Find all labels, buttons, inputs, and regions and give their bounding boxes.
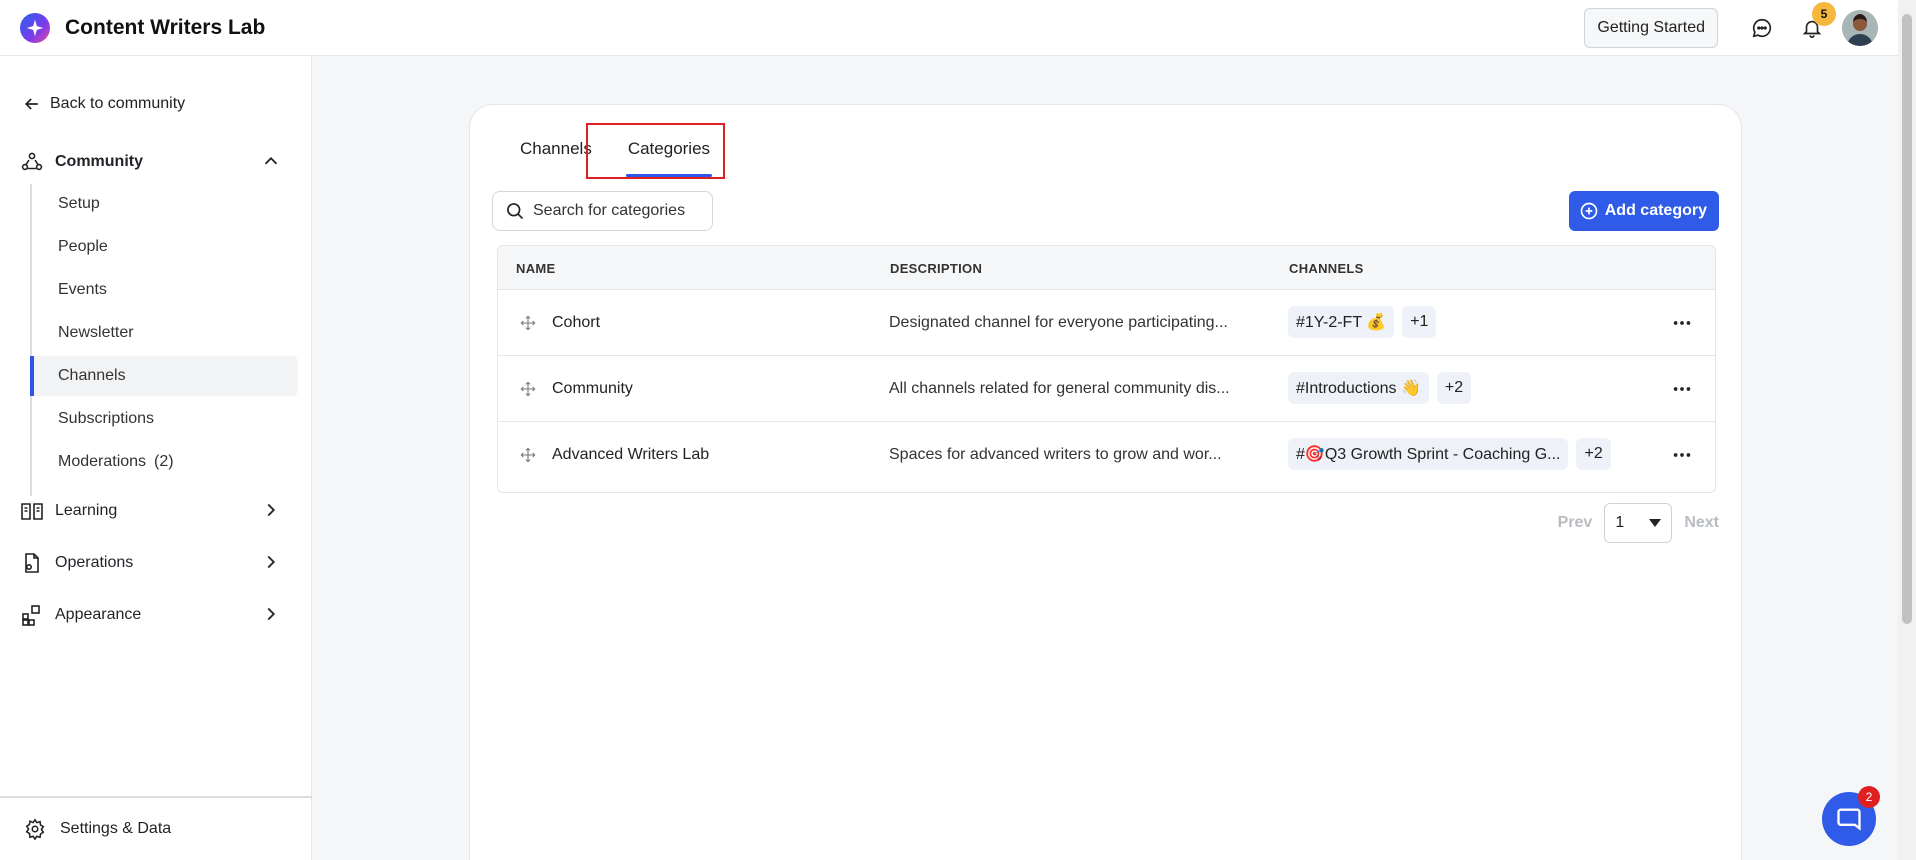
next-page-button[interactable]: Next <box>1684 514 1719 532</box>
header-channels: CHANNELS <box>1289 261 1364 276</box>
sidebar-item-newsletter[interactable]: Newsletter <box>32 313 300 353</box>
arrow-left-icon <box>24 98 38 110</box>
search-field[interactable] <box>492 191 713 231</box>
page-select[interactable]: 1 <box>1604 503 1673 543</box>
bell-icon[interactable]: 5 <box>1792 2 1836 48</box>
community-icon <box>20 150 44 174</box>
channel-chip[interactable]: #🎯Q3 Growth Sprint - Coaching G... <box>1288 438 1569 470</box>
book-icon <box>20 499 44 523</box>
back-link-label: Back to community <box>50 95 186 112</box>
prev-page-button[interactable]: Prev <box>1558 514 1593 532</box>
sidebar-item-events[interactable]: Events <box>32 270 300 310</box>
search-icon <box>507 203 524 220</box>
table-row[interactable]: Cohort Designated channel for everyone p… <box>498 290 1715 356</box>
chat-badge: 2 <box>1858 786 1880 808</box>
tab-channels[interactable]: Channels <box>506 129 606 169</box>
chat-icon <box>1837 808 1861 831</box>
nav-group-community[interactable]: Community <box>20 142 292 182</box>
category-name[interactable]: Community <box>552 380 633 398</box>
channel-chip[interactable]: #1Y-2-FT 💰 <box>1288 306 1395 338</box>
back-to-community-link[interactable]: Back to community <box>22 94 185 114</box>
nav-group-label: Learning <box>55 502 118 519</box>
nav-group-operations[interactable]: Operations <box>20 543 292 583</box>
category-description: Designated channel for everyone particip… <box>889 314 1228 331</box>
tab-categories[interactable]: Categories <box>614 129 724 177</box>
chat-widget-button[interactable]: 2 <box>1822 786 1880 846</box>
nav-group-label: Community <box>55 153 143 170</box>
category-name[interactable]: Advanced Writers Lab <box>552 446 709 464</box>
caret-down-icon <box>1649 519 1662 527</box>
app-title: Content Writers Lab <box>65 15 266 39</box>
category-description: All channels related for general communi… <box>889 380 1230 397</box>
channel-chip[interactable]: #Introductions 👋 <box>1288 372 1429 404</box>
page-scrollbar[interactable] <box>1898 0 1916 860</box>
drag-handle-icon[interactable] <box>520 447 536 468</box>
settings-label: Settings & Data <box>60 820 172 837</box>
layout-blocks-icon <box>20 603 44 627</box>
settings-and-data-link[interactable]: Settings & Data <box>0 796 312 860</box>
add-category-label: Add category <box>1604 202 1707 219</box>
more-channels-chip[interactable]: +1 <box>1402 306 1437 338</box>
chevron-right-icon <box>260 551 282 578</box>
sidebar-item-label: People <box>58 238 108 255</box>
pagination: Prev 1 Next <box>1558 503 1719 543</box>
chevron-up-icon <box>260 150 282 177</box>
nav-group-label: Operations <box>55 554 134 571</box>
community-sub-nav: Setup People Events Newsletter Channels … <box>30 184 298 496</box>
sidebar-item-label: Setup <box>58 195 100 212</box>
chat-bubble-icon[interactable] <box>1742 8 1782 48</box>
nav-group-label: Appearance <box>55 606 142 623</box>
chevron-right-icon <box>260 499 282 526</box>
nav-group-appearance[interactable]: Appearance <box>20 595 292 635</box>
search-input[interactable] <box>533 202 703 220</box>
nav-group-learning[interactable]: Learning <box>20 491 292 531</box>
scrollbar-thumb[interactable] <box>1902 14 1912 624</box>
avatar[interactable] <box>1842 10 1878 46</box>
tab-bar: Channels Categories <box>506 129 724 177</box>
plus-circle-icon <box>1580 202 1598 220</box>
sidebar-item-label: Subscriptions <box>58 410 155 427</box>
category-name[interactable]: Cohort <box>552 314 600 332</box>
sidebar-item-subscriptions[interactable]: Subscriptions <box>32 399 300 439</box>
sidebar-item-channels[interactable]: Channels <box>30 356 298 396</box>
notification-count-badge: 5 <box>1812 2 1836 26</box>
getting-started-button[interactable]: Getting Started <box>1584 8 1718 48</box>
sidebar-item-setup[interactable]: Setup <box>32 184 300 224</box>
file-settings-icon <box>20 551 44 575</box>
chevron-right-icon <box>260 603 282 630</box>
top-bar: Content Writers Lab Getting Started 5 <box>0 0 1898 56</box>
header-description: DESCRIPTION <box>890 261 983 276</box>
sidebar-item-label: Newsletter <box>58 324 134 341</box>
sidebar-item-label: Events <box>58 281 107 298</box>
drag-handle-icon[interactable] <box>520 315 536 336</box>
categories-table: NAME DESCRIPTION CHANNELS Cohort Designa… <box>497 245 1716 493</box>
categories-card: Channels Categories Add category NAME DE… <box>469 104 1742 860</box>
sidebar-item-label: Moderations <box>58 453 147 470</box>
sidebar: Back to community Community Setup People… <box>0 56 312 860</box>
table-header: NAME DESCRIPTION CHANNELS <box>498 246 1715 290</box>
more-options-icon[interactable] <box>1671 444 1693 471</box>
more-options-icon[interactable] <box>1671 312 1693 339</box>
more-channels-chip[interactable]: +2 <box>1436 372 1472 404</box>
table-row[interactable]: Community All channels related for gener… <box>498 356 1715 422</box>
brand[interactable]: Content Writers Lab <box>20 12 266 43</box>
sidebar-item-moderations[interactable]: Moderations (2) <box>32 442 300 482</box>
table-row[interactable]: Advanced Writers Lab Spaces for advanced… <box>498 422 1715 488</box>
sidebar-item-label: Channels <box>58 367 126 384</box>
header-name: NAME <box>516 261 556 276</box>
category-description: Spaces for advanced writers to grow and … <box>889 446 1222 463</box>
gear-icon <box>25 818 45 840</box>
page-select-value: 1 <box>1615 514 1625 531</box>
moderations-count: (2) <box>154 453 174 470</box>
more-channels-chip[interactable]: +2 <box>1576 438 1611 470</box>
brand-logo-icon <box>20 12 50 43</box>
drag-handle-icon[interactable] <box>520 381 536 402</box>
sidebar-item-people[interactable]: People <box>32 227 300 267</box>
more-options-icon[interactable] <box>1671 378 1693 405</box>
add-category-button[interactable]: Add category <box>1568 191 1719 231</box>
